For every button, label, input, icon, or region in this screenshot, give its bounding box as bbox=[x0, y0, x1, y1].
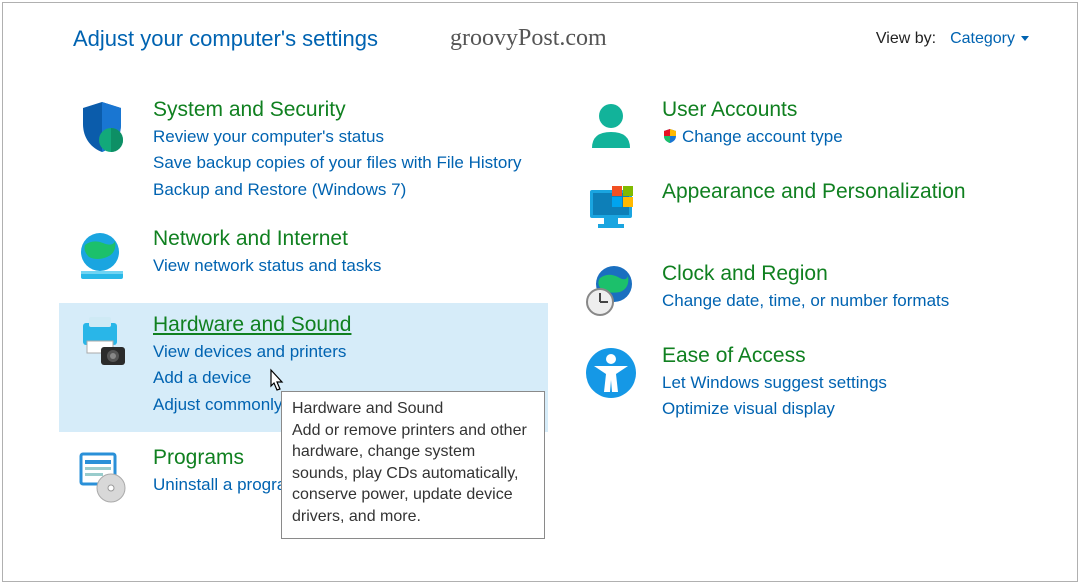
header: Adjust your computer's settings groovyPo… bbox=[3, 3, 1077, 64]
category-title-link[interactable]: Network and Internet bbox=[153, 227, 348, 251]
view-by-label: View by: bbox=[876, 30, 936, 48]
category-body: User Accounts Change account type bbox=[662, 98, 1047, 152]
uac-shield-icon bbox=[662, 126, 678, 152]
category-title-link[interactable]: Hardware and Sound bbox=[153, 313, 351, 337]
sublink[interactable]: Optimize visual display bbox=[662, 396, 1047, 422]
sublink-text: Add a device bbox=[153, 368, 251, 387]
tooltip: Hardware and Sound Add or remove printer… bbox=[281, 391, 545, 539]
view-by-dropdown[interactable]: Category bbox=[950, 30, 1029, 48]
globe-network-icon bbox=[73, 227, 131, 285]
sublink-text: Save backup copies of your files with Fi… bbox=[153, 153, 522, 172]
category-network-and-internet: Network and Internet View network status … bbox=[59, 221, 548, 295]
sublink-text: View devices and printers bbox=[153, 342, 346, 361]
category-ease-of-access: Ease of AccessLet Windows suggest settin… bbox=[568, 338, 1057, 433]
chevron-down-icon bbox=[1021, 36, 1029, 41]
sublink-text: Change account type bbox=[682, 127, 843, 146]
category-title-link[interactable]: Appearance and Personalization bbox=[662, 180, 966, 204]
sublinks: Review your computer's status Save backup… bbox=[153, 124, 538, 203]
sublink[interactable]: Change date, time, or number formats bbox=[662, 288, 1047, 314]
tooltip-body: Add or remove printers and other hardwar… bbox=[292, 420, 534, 528]
category-appearance-and-personalization: Appearance and Personalization bbox=[568, 174, 1057, 248]
sublink[interactable]: Change account type bbox=[662, 124, 1047, 152]
control-panel-window: Adjust your computer's settings groovyPo… bbox=[2, 2, 1078, 582]
sublink[interactable]: Let Windows suggest settings bbox=[662, 370, 1047, 396]
category-title-link[interactable]: Ease of Access bbox=[662, 344, 806, 368]
sublinks: View network status and tasks bbox=[153, 253, 538, 279]
sublink-text: Let Windows suggest settings bbox=[662, 373, 887, 392]
sublink[interactable]: Add a device bbox=[153, 365, 538, 391]
sublink[interactable]: Review your computer's status bbox=[153, 124, 538, 150]
category-title-link[interactable]: Programs bbox=[153, 446, 244, 470]
category-body: Network and Internet View network status … bbox=[153, 227, 538, 279]
category-clock-and-region: Clock and Region Change date, time, or nu… bbox=[568, 256, 1057, 330]
category-body: System and SecurityReview your computer'… bbox=[153, 98, 538, 203]
shield-security-icon bbox=[73, 98, 131, 156]
sublink-text: Backup and Restore (Windows 7) bbox=[153, 180, 406, 199]
sublink[interactable]: View devices and printers bbox=[153, 339, 538, 365]
sublinks: Let Windows suggest settings Optimize vis… bbox=[662, 370, 1047, 423]
page-title: Adjust your computer's settings bbox=[73, 26, 378, 52]
sublinks: Change date, time, or number formats bbox=[662, 288, 1047, 314]
globe-clock-icon bbox=[582, 262, 640, 320]
category-title-link[interactable]: User Accounts bbox=[662, 98, 797, 122]
sublink-text: Change date, time, or number formats bbox=[662, 291, 949, 310]
category-body: Clock and Region Change date, time, or nu… bbox=[662, 262, 1047, 314]
sublink-text: Review your computer's status bbox=[153, 127, 384, 146]
accessibility-icon bbox=[582, 344, 640, 402]
category-body: Appearance and Personalization bbox=[662, 180, 1047, 206]
printer-camera-icon bbox=[73, 313, 131, 371]
monitor-apps-icon bbox=[582, 180, 640, 238]
watermark: groovyPost.com bbox=[450, 25, 607, 52]
sublinks: Change account type bbox=[662, 124, 1047, 152]
sublink[interactable]: View network status and tasks bbox=[153, 253, 538, 279]
category-body: Ease of AccessLet Windows suggest settin… bbox=[662, 344, 1047, 423]
right-column: User Accounts Change account type Appearan… bbox=[568, 92, 1057, 522]
category-user-accounts: User Accounts Change account type bbox=[568, 92, 1057, 166]
tooltip-title: Hardware and Sound bbox=[292, 398, 534, 420]
view-by: View by: Category bbox=[876, 30, 1029, 48]
category-title-link[interactable]: Clock and Region bbox=[662, 262, 828, 286]
sublink[interactable]: Backup and Restore (Windows 7) bbox=[153, 177, 538, 203]
programs-disc-icon bbox=[73, 446, 131, 504]
sublink[interactable]: Save backup copies of your files with Fi… bbox=[153, 150, 538, 176]
sublink-text: Optimize visual display bbox=[662, 399, 835, 418]
category-title-link[interactable]: System and Security bbox=[153, 98, 346, 122]
category-system-and-security: System and SecurityReview your computer'… bbox=[59, 92, 548, 213]
sublink-text: View network status and tasks bbox=[153, 256, 381, 275]
user-accounts-icon bbox=[582, 98, 640, 156]
view-by-value: Category bbox=[950, 30, 1015, 48]
sublink-text: Uninstall a program bbox=[153, 475, 300, 494]
